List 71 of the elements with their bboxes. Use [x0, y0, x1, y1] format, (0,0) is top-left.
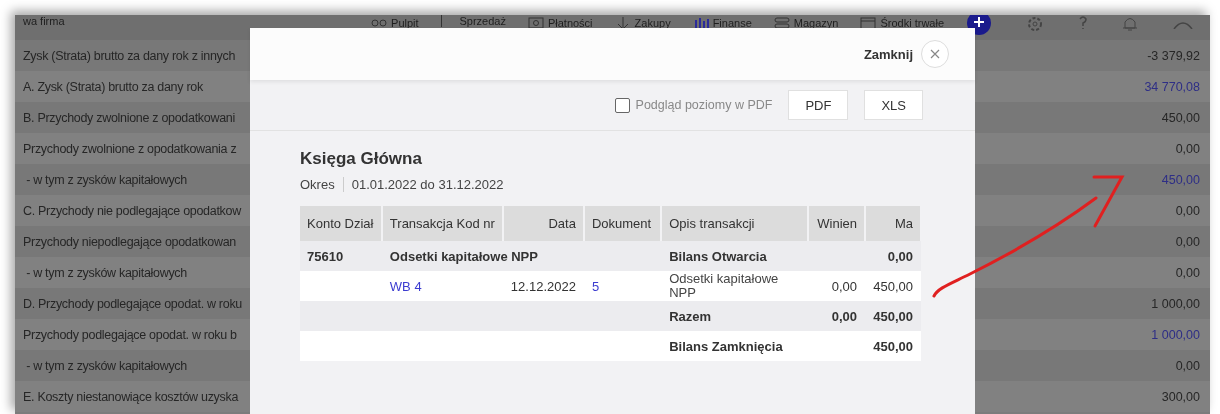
row-value: 0,00 — [1175, 141, 1200, 156]
period-label: Okres — [300, 177, 344, 192]
column-header: Opis transakcji — [661, 206, 808, 241]
row-label: - w tym z zysków kapitałowych — [25, 265, 187, 280]
column-header: Transakcja Kod nr — [381, 206, 503, 241]
table-cell: Odsetki kapitałowe NPP — [381, 241, 662, 271]
document-link[interactable]: WB 4 — [389, 278, 422, 294]
value-link[interactable]: 34 770,08 — [1144, 79, 1200, 94]
table-cell: 450,00 — [865, 301, 921, 331]
row-label: B. Przychody zwolnione z opodatkowani — [23, 110, 235, 125]
value-link[interactable]: 450,00 — [1161, 172, 1200, 187]
row-label: E. Koszty niestanowiące kosztów uzyska — [23, 389, 239, 404]
calendar-icon — [860, 15, 877, 31]
value-link[interactable]: 1 000,00 — [1151, 327, 1200, 342]
row-value: 0,00 — [1175, 203, 1200, 218]
row-value: 0,00 — [1175, 358, 1200, 373]
checkbox-label: Podgląd poziomy w PDF — [635, 98, 773, 112]
table-cell: Razem — [661, 301, 808, 331]
row-label: Zysk (Strata) brutto za dany rok z innych — [23, 48, 236, 63]
row-label: A. Zysk (Strata) brutto za dany rok — [23, 79, 203, 94]
column-header: Dokument — [583, 206, 662, 241]
nav-link[interactable]: Pulpit — [371, 15, 419, 31]
row-label: D. Przychody podlegające opodat. w roku — [23, 296, 242, 311]
row-value: 0,00 — [1175, 234, 1200, 249]
row-value: 450,00 — [1161, 110, 1200, 125]
table-cell: 12.12.2022 — [502, 271, 584, 301]
nav-link[interactable]: Sprzedaż — [459, 15, 506, 27]
bar-chart-icon — [692, 15, 709, 31]
row-value: 1 000,00 — [1151, 296, 1200, 311]
table-cell: 0,00 — [865, 241, 921, 271]
nav-link[interactable]: Magazyn — [773, 15, 839, 31]
checkbox[interactable] — [614, 97, 630, 113]
nav-link[interactable]: Środki trwałe — [860, 15, 944, 31]
period-value: 01.01.2022 do 31.12.2022 — [351, 177, 504, 192]
close-label: Zamknij — [863, 46, 913, 62]
document-link[interactable]: 5 — [591, 278, 600, 294]
row-label: Przychody zwolnione z opodatkowania z — [23, 141, 237, 156]
nav-link[interactable]: Finanse — [692, 15, 752, 31]
close-icon — [930, 49, 940, 59]
stack-icon — [773, 15, 790, 31]
row-label: C. Przychody nie podlegające opodatkow — [23, 203, 241, 218]
column-header: Konto Dział — [300, 206, 382, 241]
nav-link[interactable]: Płatności — [527, 15, 593, 31]
table-cell: 0,00 — [807, 301, 866, 331]
report-title: Księga Główna — [300, 149, 423, 169]
company-name: wa firma — [23, 15, 66, 27]
row-label: - w tym z zysków kapitałowych — [25, 358, 187, 373]
column-header: Winien — [807, 206, 866, 241]
table-cell: 450,00 — [865, 331, 921, 361]
row-value: -3 379,92 — [1147, 48, 1200, 63]
row-label: Przychody niepodlegające opodatkowan — [23, 234, 236, 249]
column-header: Ma — [865, 206, 921, 241]
table-cell: 450,00 — [865, 271, 921, 301]
tray-icon — [527, 15, 544, 31]
export-button[interactable]: XLS — [864, 90, 923, 120]
table-cell: Bilans Zamknięcia — [661, 331, 808, 361]
table-cell: Odsetki kapitałowe NPP — [661, 271, 808, 301]
row-label: - w tym z zysków kapitałowych — [25, 172, 187, 187]
settings-icon[interactable] — [1026, 15, 1044, 33]
row-value: 0,00 — [1175, 265, 1200, 280]
close-button[interactable] — [921, 40, 949, 68]
help-icon[interactable] — [1078, 15, 1088, 31]
table-cell: 75610 — [300, 241, 382, 271]
table-cell: 0,00 — [807, 271, 866, 301]
export-button[interactable]: PDF — [788, 90, 849, 120]
column-header: Data — [502, 206, 584, 241]
row-value: 300,00 — [1161, 389, 1200, 404]
table-cell: Bilans Otwarcia — [661, 241, 808, 271]
nav-link[interactable]: Zakupy — [614, 15, 671, 31]
row-label: Przychody podlegające opodat. w roku b — [23, 327, 237, 342]
bell-icon[interactable] — [1122, 15, 1138, 33]
